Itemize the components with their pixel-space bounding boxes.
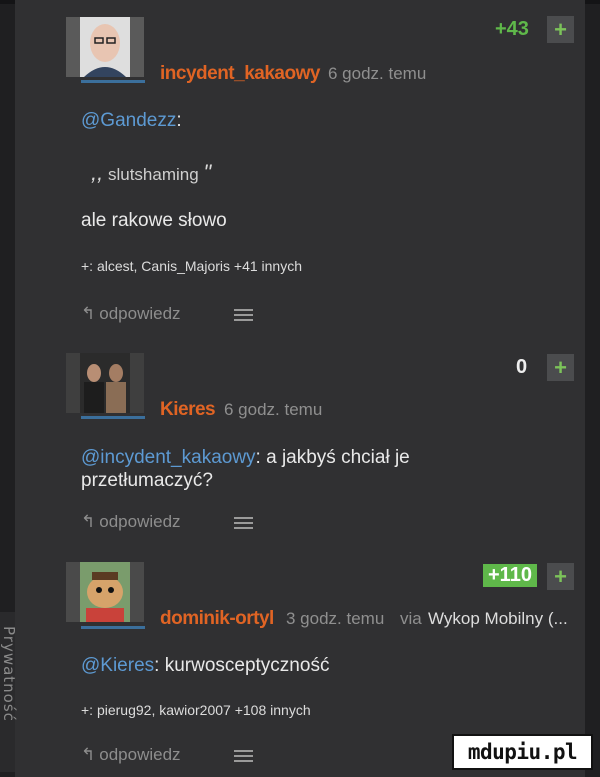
- plussers-list[interactable]: +: alcest, Canis_Majoris +41 innych: [81, 258, 302, 274]
- mention-link[interactable]: @Kieres: [81, 655, 154, 676]
- reply-arrow-icon: ↰: [81, 512, 96, 531]
- client-link[interactable]: Wykop Mobilny (...: [428, 609, 568, 629]
- plus-button[interactable]: +: [547, 16, 574, 43]
- comment-time: 3 godz. temu: [286, 609, 385, 628]
- menu-icon[interactable]: [234, 750, 253, 763]
- avatar[interactable]: [66, 562, 144, 622]
- avatar[interactable]: [66, 17, 144, 77]
- mention-link[interactable]: @incydent_kakaowy: [81, 447, 256, 468]
- watermark: mdupiu.pl: [452, 734, 593, 770]
- privacy-label: Prywatność: [0, 626, 18, 722]
- plus-button[interactable]: +: [547, 563, 574, 590]
- author-link[interactable]: Kieres: [160, 399, 216, 421]
- avatar-underline: [81, 626, 145, 629]
- reply-label: odpowiedz: [99, 304, 181, 323]
- reply-button[interactable]: ↰ odpowiedz: [81, 304, 181, 324]
- mention-link[interactable]: @Gandezz: [81, 110, 176, 131]
- plus-button[interactable]: +: [547, 354, 574, 381]
- reply-arrow-icon: ↰: [81, 304, 96, 323]
- quote-open: ,,: [91, 160, 104, 185]
- menu-icon[interactable]: [234, 517, 253, 530]
- vote-score: +110: [483, 564, 537, 587]
- avatar-cartoon-pirate-icon: [66, 562, 144, 622]
- mention-suffix: : kurwosceptyczność: [154, 655, 330, 676]
- plussers-list[interactable]: +: pierug92, kawior2007 +108 innych: [81, 702, 311, 718]
- author-link[interactable]: dominik-ortyl: [160, 608, 274, 630]
- avatar-underline: [81, 80, 145, 83]
- quote-text: slutshaming: [107, 165, 199, 184]
- author-link[interactable]: incydent_kakaowy: [160, 63, 320, 85]
- avatar-underline: [81, 416, 145, 419]
- mention-suffix: :: [176, 110, 182, 131]
- comment-text: przetłumaczyć?: [81, 470, 213, 491]
- menu-icon[interactable]: [234, 309, 253, 322]
- avatar-bald-man-icon: [66, 17, 144, 77]
- quote-block: ,, slutshaming ": [91, 160, 211, 186]
- vote-score: 0: [516, 356, 528, 378]
- mention-suffix: : a jakbyś chciał je: [255, 447, 410, 468]
- comment-time: 6 godz. temu: [328, 64, 427, 83]
- comment-body: @Gandezz:: [81, 110, 182, 132]
- comment-time: 6 godz. temu: [224, 400, 323, 419]
- avatar[interactable]: [66, 353, 144, 413]
- reply-label: odpowiedz: [99, 745, 181, 764]
- vote-score: +43: [495, 18, 529, 40]
- reply-label: odpowiedz: [99, 512, 181, 531]
- reply-button[interactable]: ↰ odpowiedz: [81, 745, 181, 765]
- comment-body: @incydent_kakaowy: a jakbyś chciał je: [81, 447, 410, 469]
- privacy-tab[interactable]: Prywatność: [0, 612, 18, 772]
- quote-close: ": [203, 160, 212, 185]
- via-label: via: [400, 609, 422, 628]
- avatar-two-men-icon: [66, 353, 144, 413]
- comment-body: @Kieres: kurwosceptyczność: [81, 655, 329, 677]
- reply-arrow-icon: ↰: [81, 745, 96, 764]
- comment-text: ale rakowe słowo: [81, 210, 227, 231]
- reply-button[interactable]: ↰ odpowiedz: [81, 512, 181, 532]
